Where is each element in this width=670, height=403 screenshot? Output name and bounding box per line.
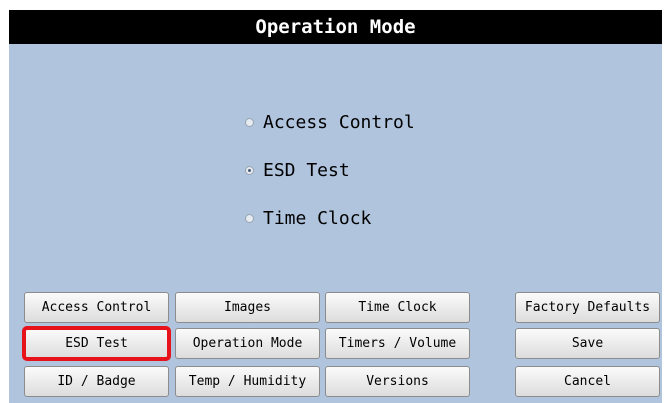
mode-radio-group: Access Control ESD Test Time Clock [245, 98, 415, 242]
operation-mode-screen: Operation Mode Access Control ESD Test T… [9, 10, 662, 403]
factory-defaults-button[interactable]: Factory Defaults [515, 292, 660, 323]
radio-button[interactable] [245, 165, 254, 175]
mode-option-access-control[interactable]: Access Control [245, 98, 415, 146]
mode-option-esd-test[interactable]: ESD Test [245, 146, 415, 194]
radio-button[interactable] [245, 117, 254, 127]
access-control-button[interactable]: Access Control [24, 292, 169, 323]
temp-humidity-button[interactable]: Temp / Humidity [175, 366, 320, 397]
mode-option-label: Time Clock [263, 207, 372, 229]
timers-volume-button[interactable]: Timers / Volume [325, 328, 470, 359]
images-button[interactable]: Images [175, 292, 320, 323]
time-clock-button[interactable]: Time Clock [325, 292, 470, 323]
mode-option-label: ESD Test [263, 159, 350, 181]
mode-option-time-clock[interactable]: Time Clock [245, 194, 415, 242]
operation-mode-button[interactable]: Operation Mode [175, 328, 320, 359]
radio-button[interactable] [245, 213, 254, 223]
versions-button[interactable]: Versions [325, 366, 470, 397]
mode-option-label: Access Control [263, 111, 415, 133]
save-button[interactable]: Save [515, 328, 660, 359]
page-title: Operation Mode [9, 10, 662, 44]
esd-test-button[interactable]: ESD Test [22, 326, 171, 361]
cancel-button[interactable]: Cancel [515, 366, 660, 397]
id-badge-button[interactable]: ID / Badge [24, 366, 169, 397]
